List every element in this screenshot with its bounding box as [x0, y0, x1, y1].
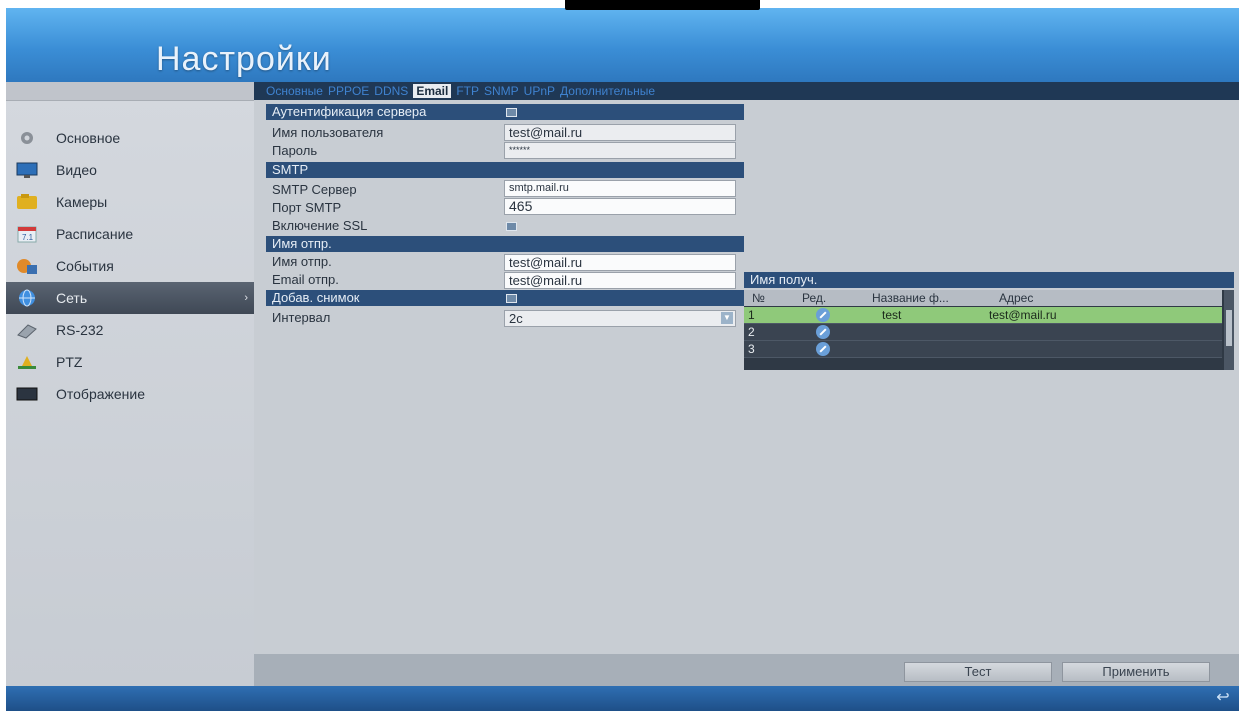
ssl-label: Включение SSL: [272, 218, 368, 233]
svg-text:7.1: 7.1: [22, 233, 34, 242]
network-icon: [19, 289, 35, 307]
test-button[interactable]: Тест: [904, 662, 1052, 682]
sidebar-item-general[interactable]: Основное: [6, 122, 254, 154]
sender-name-label: Имя отпр.: [272, 254, 332, 269]
smtp-port-field[interactable]: 465: [504, 198, 736, 215]
sidebar-item-label: Камеры: [56, 194, 108, 210]
app-window: Настройки Основное Видео Камеры 7.1 Расп…: [6, 8, 1239, 711]
sender-email-label: Email отпр.: [272, 272, 339, 287]
auth-checkbox[interactable]: [506, 108, 517, 117]
smtp-section-header: SMTP: [266, 162, 744, 178]
snapshot-row: Добав. снимок: [266, 290, 744, 306]
apply-button[interactable]: Применить: [1062, 662, 1210, 682]
tab-snmp[interactable]: SNMP: [484, 84, 519, 98]
interval-label: Интервал: [272, 310, 331, 325]
table-row[interactable]: 3: [744, 341, 1222, 358]
sidebar-item-video[interactable]: Видео: [6, 154, 254, 186]
chevron-right-icon: ›: [244, 292, 248, 304]
snapshot-checkbox[interactable]: [506, 294, 517, 303]
camera-icon: [17, 194, 37, 209]
sidebar-item-events[interactable]: События: [6, 250, 254, 282]
sidebar-item-schedule[interactable]: 7.1 Расписание: [6, 218, 254, 250]
column-address: Адрес: [999, 291, 1034, 305]
tab-bar: Основные PPPOE DDNS Email FTP SNMP UPnP …: [254, 82, 1239, 100]
serial-port-icon: [17, 324, 37, 339]
column-edit: Ред.: [802, 291, 827, 305]
sidebar-item-label: Расписание: [56, 226, 134, 242]
display-icon: [16, 387, 38, 401]
sidebar-item-label: RS-232: [56, 322, 104, 338]
chevron-down-icon: ▼: [721, 312, 733, 324]
sidebar-item-label: Сеть: [56, 290, 88, 306]
tab-email[interactable]: Email: [413, 84, 452, 98]
recipients-table: № Ред. Название ф... Адрес 1 test test@m…: [744, 290, 1234, 370]
sidebar-item-cameras[interactable]: Камеры: [6, 186, 254, 218]
tab-basic[interactable]: Основные: [266, 84, 323, 98]
interval-dropdown[interactable]: 2с ▼: [504, 310, 736, 327]
settings-panel: Основные PPPOE DDNS Email FTP SNMP UPnP …: [254, 82, 1239, 686]
username-label: Имя пользователя: [272, 125, 384, 140]
sidebar-item-label: Отображение: [56, 386, 146, 402]
edit-icon[interactable]: [816, 325, 830, 339]
smtp-server-label: SMTP Сервер: [272, 182, 357, 197]
sender-email-field[interactable]: test@mail.ru: [504, 272, 736, 289]
sidebar: Основное Видео Камеры 7.1 Расписание Соб…: [6, 82, 254, 686]
interval-value: 2с: [509, 311, 523, 326]
page-title: Настройки: [156, 40, 332, 78]
auth-label: Аутентификация сервера: [272, 104, 427, 119]
bottom-bar: ↩: [6, 686, 1239, 711]
tab-pppoe[interactable]: PPPOE: [328, 84, 369, 98]
sidebar-item-display[interactable]: Отображение: [6, 378, 254, 410]
sender-name-field[interactable]: test@mail.ru: [504, 254, 736, 271]
events-icon: [17, 259, 37, 274]
password-field[interactable]: ******: [504, 142, 736, 159]
ptz-icon: [18, 356, 36, 369]
gear-icon: [21, 132, 33, 144]
header: Настройки: [6, 8, 1239, 82]
table-row[interactable]: 2: [744, 324, 1222, 341]
monitor-icon: [16, 162, 38, 178]
snapshot-label: Добав. снимок: [272, 290, 360, 305]
edit-icon[interactable]: [816, 308, 830, 322]
username-field[interactable]: test@mail.ru: [504, 124, 736, 141]
back-icon[interactable]: ↩: [1213, 690, 1233, 706]
auth-row: Аутентификация сервера: [266, 104, 744, 120]
sender-section-header: Имя отпр.: [266, 236, 744, 252]
sidebar-item-label: Основное: [56, 130, 121, 146]
ssl-checkbox[interactable]: [506, 222, 517, 231]
sidebar-item-ptz[interactable]: PTZ: [6, 346, 254, 378]
table-header: № Ред. Название ф... Адрес: [744, 290, 1222, 306]
tab-advanced[interactable]: Дополнительные: [560, 84, 655, 98]
edit-icon[interactable]: [816, 342, 830, 356]
tab-ftp[interactable]: FTP: [456, 84, 479, 98]
calendar-icon: 7.1: [17, 226, 37, 243]
smtp-server-field[interactable]: smtp.mail.ru: [504, 180, 736, 197]
column-number: №: [752, 291, 765, 305]
sidebar-item-label: Видео: [56, 162, 97, 178]
tab-ddns[interactable]: DDNS: [374, 84, 408, 98]
sidebar-item-rs232[interactable]: RS-232: [6, 314, 254, 346]
table-scrollbar[interactable]: [1224, 290, 1234, 370]
table-row[interactable]: 1 test test@mail.ru: [744, 307, 1222, 324]
password-label: Пароль: [272, 143, 318, 158]
sidebar-item-label: PTZ: [56, 354, 83, 370]
recipients-section-header: Имя получ.: [744, 272, 1234, 288]
sidebar-item-network[interactable]: Сеть ›: [6, 282, 254, 314]
sidebar-item-label: События: [56, 258, 114, 274]
tab-upnp[interactable]: UPnP: [524, 84, 555, 98]
smtp-port-label: Порт SMTP: [272, 200, 342, 215]
column-name: Название ф...: [872, 291, 949, 305]
